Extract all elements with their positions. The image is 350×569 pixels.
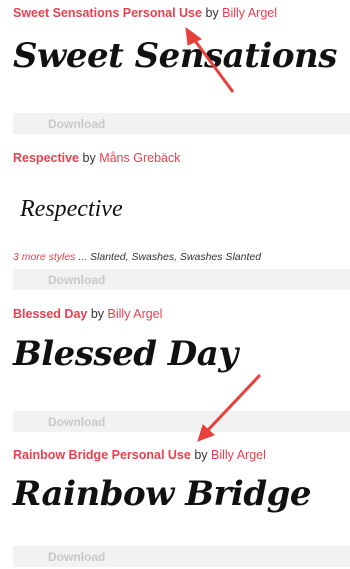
download-label: Download [48, 550, 106, 564]
font-name-link[interactable]: Respective [13, 151, 79, 165]
author-link[interactable]: Måns Grebäck [99, 151, 180, 165]
font-name-link[interactable]: Blessed Day [13, 307, 87, 321]
more-styles-link[interactable]: 3 more styles [13, 251, 75, 263]
download-label: Download [48, 117, 106, 131]
font-title-line: Rainbow Bridge Personal Use by Billy Arg… [13, 448, 266, 462]
font-preview[interactable]: Blessed Day [13, 334, 238, 374]
download-label: Download [48, 415, 106, 429]
font-preview[interactable]: Respective [20, 196, 123, 223]
more-styles-line: 3 more styles ... Slanted, Swashes, Swas… [13, 251, 261, 263]
by-label: by [205, 6, 219, 20]
download-label: Download [48, 273, 106, 287]
font-title-line: Respective by Måns Grebäck [13, 151, 180, 165]
more-styles-list: ... Slanted, Swashes, Swashes Slanted [78, 251, 262, 263]
font-name-link[interactable]: Sweet Sensations Personal Use [13, 6, 202, 20]
font-preview[interactable]: Rainbow Bridge [13, 474, 312, 514]
by-label: by [90, 307, 105, 321]
font-title-line: Sweet Sensations Personal Use by Billy A… [13, 6, 277, 20]
font-title-line: Blessed Day by Billy Argel [13, 307, 162, 321]
author-link[interactable]: Billy Argel [222, 6, 277, 20]
author-link[interactable]: Billy Argel [211, 448, 266, 462]
download-button[interactable]: Download [13, 269, 350, 290]
author-link[interactable]: Billy Argel [108, 307, 163, 321]
by-label: by [194, 448, 208, 462]
by-label: by [82, 151, 96, 165]
font-preview[interactable]: Sweet Sensations [13, 36, 337, 76]
download-button[interactable]: Download [13, 546, 350, 567]
download-button[interactable]: Download [13, 411, 350, 432]
download-button[interactable]: Download [13, 113, 350, 134]
font-name-link[interactable]: Rainbow Bridge Personal Use [13, 448, 191, 462]
